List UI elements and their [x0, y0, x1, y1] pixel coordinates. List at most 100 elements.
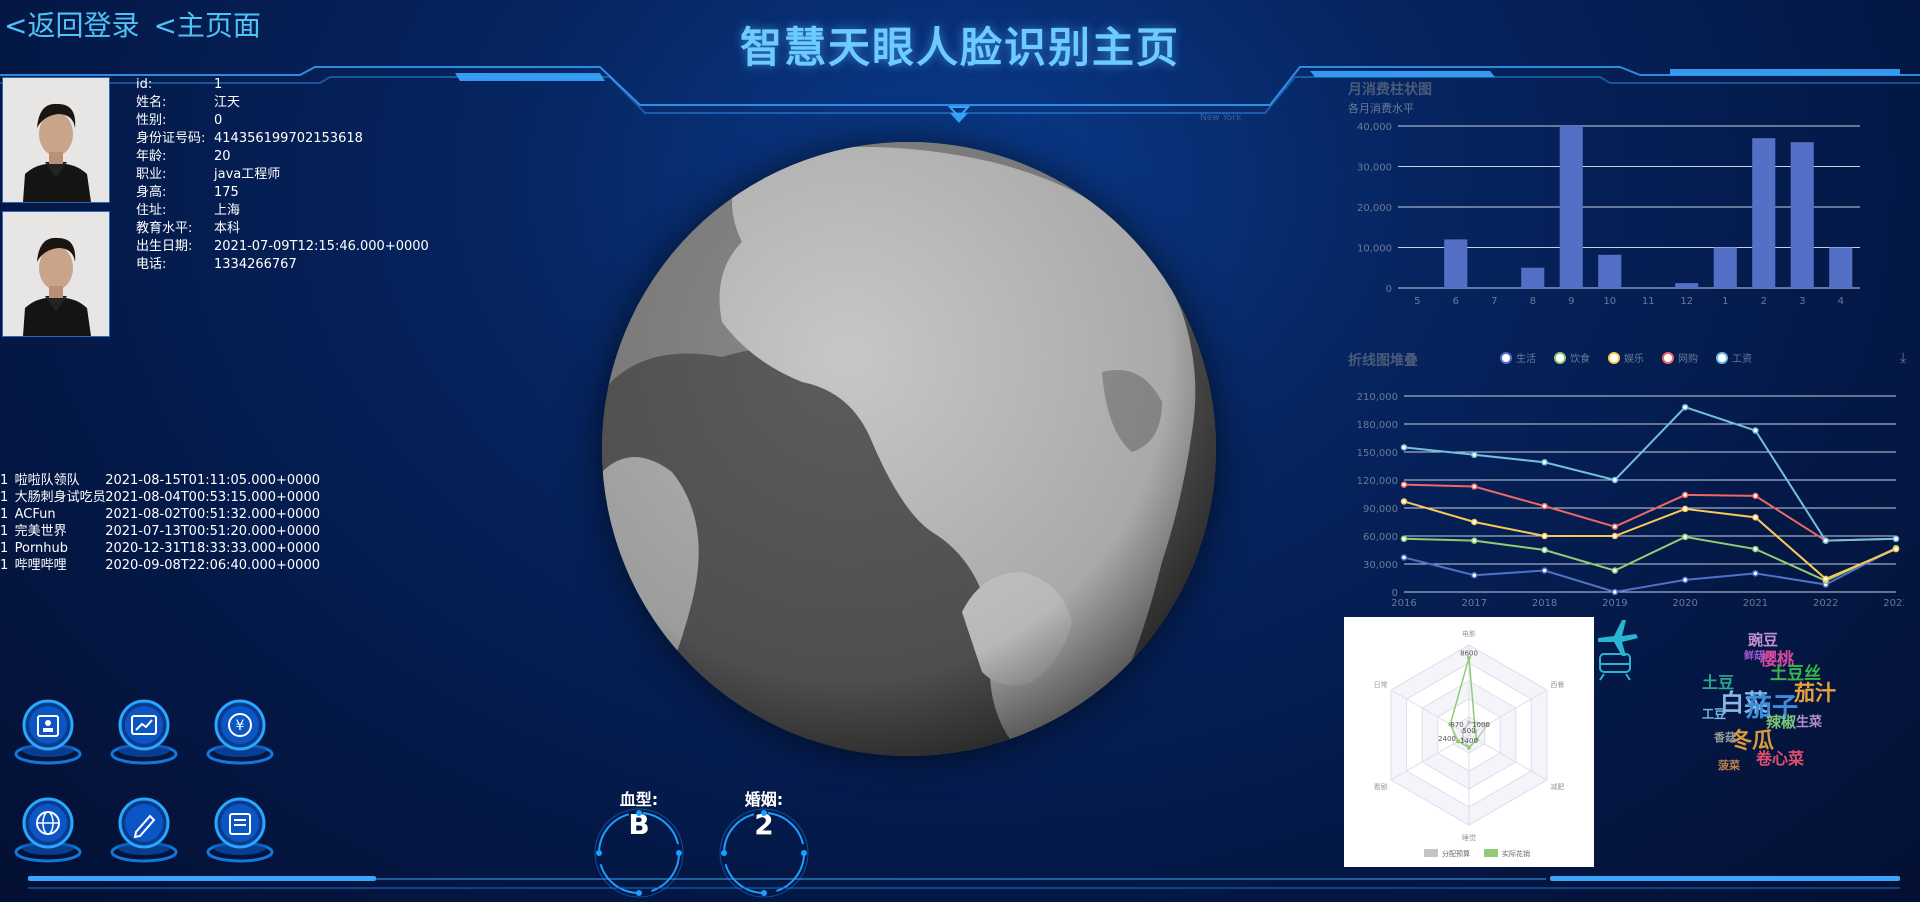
- yen-icon: ¥: [206, 699, 274, 765]
- legend-item[interactable]: 饮食: [1554, 350, 1590, 365]
- legend-item[interactable]: 工资: [1716, 350, 1752, 365]
- y-tick-label: 10,000: [1357, 244, 1392, 255]
- download-icon[interactable]: ⤓: [1900, 350, 1906, 366]
- data-point: [1681, 576, 1689, 584]
- yen-button[interactable]: ¥: [198, 692, 282, 768]
- earth-globe[interactable]: [602, 142, 1216, 756]
- data-point: [1681, 491, 1689, 499]
- radar-point: [1467, 745, 1471, 750]
- x-tick-label: 10: [1603, 296, 1616, 307]
- chart-screen-icon: [110, 699, 178, 765]
- chart-screen-button[interactable]: [102, 692, 186, 768]
- data-point: [1892, 545, 1900, 553]
- map-label: New York: [1200, 113, 1242, 123]
- data-point: [1611, 588, 1619, 596]
- log-row: 1 啦啦队领队 2021-08-15T01:11:05.000+0000: [0, 473, 320, 488]
- bar: [1598, 254, 1622, 288]
- x-tick-label: 2020: [1672, 598, 1697, 609]
- word-cloud-term: 菠菜: [1718, 759, 1740, 772]
- log-row: 1 大肠刺身试吃员 2021-08-04T00:53:15.000+0000: [0, 490, 320, 505]
- data-point: [1611, 523, 1619, 530]
- data-point: [1611, 476, 1619, 484]
- info-row-phone: 电话: 1334266767: [136, 257, 297, 272]
- line-chart-legend: 生活 饮食 娱乐 网购 工资: [1500, 350, 1752, 365]
- legend-item[interactable]: 娱乐: [1608, 350, 1644, 365]
- legend-dot-icon: [1554, 351, 1566, 364]
- data-point: [1752, 545, 1759, 553]
- radar-value-label: 2400: [1438, 735, 1456, 743]
- bar: [1444, 239, 1468, 288]
- radar-indicator-label: 睡觉: [1462, 833, 1476, 842]
- data-point: [1471, 537, 1478, 544]
- data-point: [1822, 537, 1829, 544]
- data-point: [1681, 533, 1689, 541]
- legend-dot-icon: [1662, 351, 1674, 364]
- data-point: [1541, 459, 1548, 466]
- legend-swatch: [1424, 849, 1438, 857]
- data-point: [1752, 514, 1759, 521]
- radar-indicator-label: 减肥: [1550, 782, 1564, 791]
- pen-button[interactable]: [102, 790, 186, 866]
- x-tick-label: 11: [1642, 296, 1655, 307]
- data-point: [1681, 505, 1689, 513]
- data-point: [1471, 483, 1478, 490]
- log-row: 1 哔哩哔哩 2020-09-08T22:06:40.000+0000: [0, 558, 320, 573]
- y-tick-label: 40,000: [1357, 122, 1392, 133]
- data-point: [1471, 571, 1478, 579]
- data-point: [1400, 554, 1408, 561]
- word-cloud-term: 鲜菇: [1744, 651, 1764, 662]
- book-button[interactable]: [198, 790, 282, 866]
- person-info: id: 1 姓名: 江天 性别: 0 身份证号码: 414356199702153618…: [136, 76, 429, 274]
- info-row-name: 姓名: 江天: [136, 95, 241, 110]
- info-row-job: 职业: java工程师: [136, 167, 281, 182]
- x-tick-label: 8: [1530, 296, 1536, 307]
- x-tick-label: 1: [1722, 296, 1728, 307]
- legend-dot-icon: [1500, 351, 1512, 364]
- user-card-icon: [14, 699, 82, 765]
- face-photo-match[interactable]: [2, 211, 110, 337]
- radar-indicator-label: 西餐: [1550, 680, 1564, 689]
- user-card-button[interactable]: [6, 692, 90, 768]
- bar: [1559, 126, 1583, 288]
- data-point: [1892, 535, 1900, 543]
- info-row-id-number: 身份证号码: 414356199702153618: [136, 131, 363, 146]
- series-line: [1403, 406, 1897, 542]
- word-cloud-term: 茄汁: [1794, 681, 1836, 705]
- x-tick-label: 12: [1680, 296, 1693, 307]
- bottom-frame-decoration: [28, 876, 1900, 889]
- radar-indicator-label: 电影: [1462, 629, 1476, 638]
- y-tick-label: 120,000: [1357, 476, 1398, 487]
- data-point: [1752, 427, 1759, 434]
- bar: [1790, 142, 1814, 288]
- y-tick-label: 150,000: [1357, 448, 1398, 459]
- globe-button[interactable]: [6, 790, 90, 866]
- legend-item[interactable]: 网购: [1662, 350, 1698, 365]
- portrait-image: [3, 78, 109, 202]
- bar: [1752, 138, 1776, 288]
- legend-dot-icon: [1608, 351, 1620, 364]
- info-row-address: 住址: 上海: [136, 203, 241, 218]
- monthly-spending-bar-chart: 010,00020,00030,00040,0005 6 7 8 9 10 11 12 1 2 3 4: [1357, 122, 1860, 307]
- page-title: 智慧天眼人脸识别主页: [739, 23, 1180, 72]
- legend-item[interactable]: 生活: [1500, 350, 1536, 365]
- info-row-age: 年龄: 20: [136, 149, 231, 164]
- book-icon: [206, 797, 274, 863]
- y-tick-label: 30,000: [1363, 560, 1398, 571]
- face-photo-primary[interactable]: [2, 77, 110, 203]
- data-point: [1611, 567, 1619, 574]
- y-tick-label: 0: [1386, 284, 1392, 295]
- x-tick-label: 9: [1568, 296, 1574, 307]
- x-tick-label: 6: [1453, 296, 1459, 307]
- stacked-line-chart: 030,00060,00090,000120,000150,000180,000…: [1357, 392, 1904, 609]
- info-row-education: 教育水平: 本科: [136, 221, 241, 236]
- data-point: [1400, 535, 1408, 543]
- data-point: [1400, 498, 1408, 505]
- y-tick-label: 30,000: [1357, 163, 1392, 174]
- legend-label: 实际花销: [1502, 849, 1530, 858]
- radar-indicator-label: 看剧: [1374, 782, 1388, 791]
- data-point: [1752, 570, 1759, 577]
- plane-train-icon: [1598, 620, 1638, 681]
- legend-swatch: [1484, 849, 1498, 857]
- x-tick-label: 2: [1761, 296, 1767, 307]
- bar: [1713, 247, 1737, 288]
